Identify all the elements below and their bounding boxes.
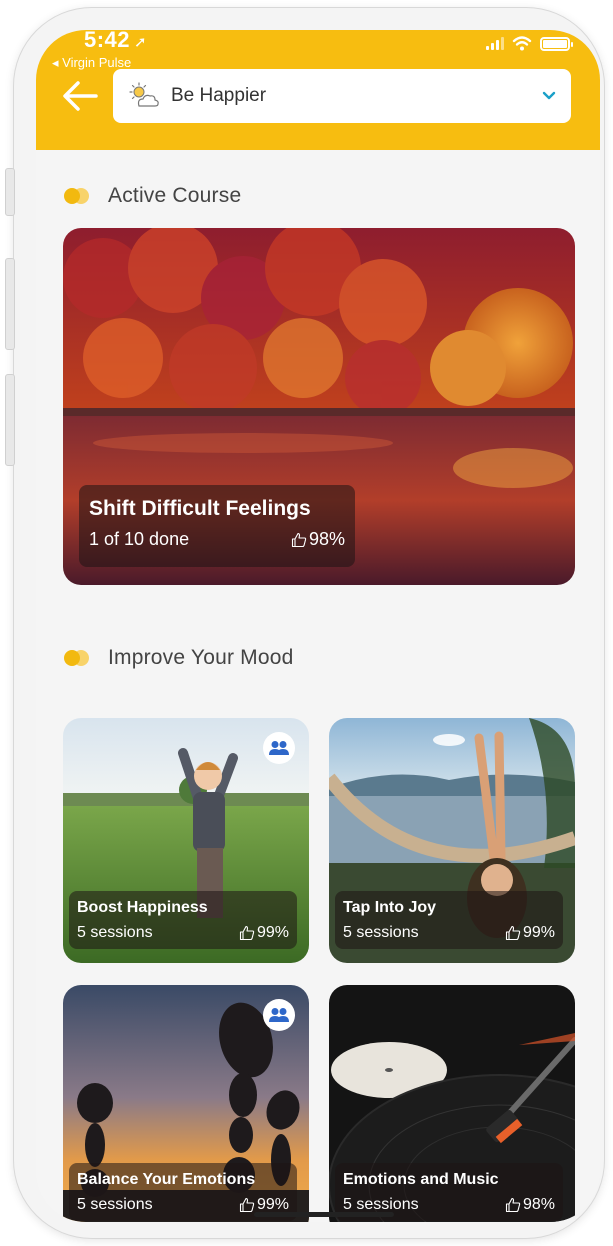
group-course-badge [263,999,295,1031]
chevron-down-icon [542,91,556,100]
course-rating: 98% [291,529,345,550]
course-card-caption: Tap Into Joy 5 sessions 99% [335,891,563,949]
course-rating-value: 99% [522,924,555,941]
status-time: 5:42 ➚ [84,30,147,53]
topic-dropdown[interactable]: Be Happier [113,69,571,123]
course-sessions: 5 sessions [77,924,153,941]
course-card-title: Balance Your Emotions [77,1171,256,1188]
group-course-badge [263,732,295,764]
section-bullet-icon [64,188,90,204]
active-course-title: Active Course [108,184,242,207]
thumbs-up-icon [239,1197,255,1213]
home-indicator[interactable] [254,1212,394,1217]
back-app-label: Virgin Pulse [62,55,132,70]
course-rating-value: 98% [522,1196,555,1213]
partly-cloudy-icon [129,82,159,107]
volume-up-button [5,258,15,350]
course-card-meta: 5 sessions 99% [343,924,555,942]
course-rating-value: 99% [256,924,289,941]
course-rating: 99% [239,924,289,942]
active-course-header: Active Course [64,184,241,208]
course-card-balance-your-emotions[interactable]: Balance Your Emotions 5 sessions 99% [63,985,309,1222]
mood-section-header: Improve Your Mood [64,646,294,670]
course-rating: 99% [505,924,555,942]
course-rating-value: 98% [308,529,345,549]
course-rating: 98% [505,1196,555,1214]
course-card-emotions-and-music[interactable]: Emotions and Music 5 sessions 98% [329,985,575,1222]
group-icon [269,741,289,755]
course-card-meta: 5 sessions 99% [77,924,289,942]
status-indicators [486,36,573,51]
active-course-card[interactable]: Shift Difficult Feelings 1 of 10 done 98… [63,228,575,585]
course-card-caption: Boost Happiness 5 sessions 99% [69,891,297,949]
active-course-caption: Shift Difficult Feelings 1 of 10 done 98… [79,485,355,567]
topic-dropdown-value: Be Happier [171,85,267,106]
app-screen: 5:42 ➚ ◂ Virgin Pulse Be Happier Active … [36,30,600,1222]
course-card-title: Tap Into Joy [343,899,437,916]
thumbs-up-icon [505,925,521,941]
thumbs-up-icon [505,1197,521,1213]
group-icon [269,1008,289,1022]
mood-section-title: Improve Your Mood [108,646,294,669]
active-course-name: Shift Difficult Feelings [89,497,311,520]
active-course-meta: 1 of 10 done 98% [89,529,345,550]
cellular-signal-icon [486,37,504,50]
mute-switch [5,168,15,216]
status-time-text: 5:42 [84,30,131,52]
course-card-title: Boost Happiness [77,899,208,916]
arrow-left-icon[interactable] [60,78,100,114]
course-card-title: Emotions and Music [343,1171,499,1188]
course-progress: 1 of 10 done [89,529,190,549]
wifi-icon [512,36,532,51]
course-card-tap-into-joy[interactable]: Tap Into Joy 5 sessions 99% [329,718,575,963]
thumbs-up-icon [291,532,307,547]
course-sessions: 5 sessions [343,924,419,941]
battery-icon [540,36,573,51]
section-bullet-icon [64,650,90,666]
course-sessions: 5 sessions [77,1196,153,1213]
thumbs-up-icon [239,925,255,941]
course-card-boost-happiness[interactable]: Boost Happiness 5 sessions 99% [63,718,309,963]
volume-down-button [5,374,15,466]
location-arrow-icon: ➚ [134,34,148,51]
app-header: 5:42 ➚ ◂ Virgin Pulse Be Happier [36,30,600,150]
